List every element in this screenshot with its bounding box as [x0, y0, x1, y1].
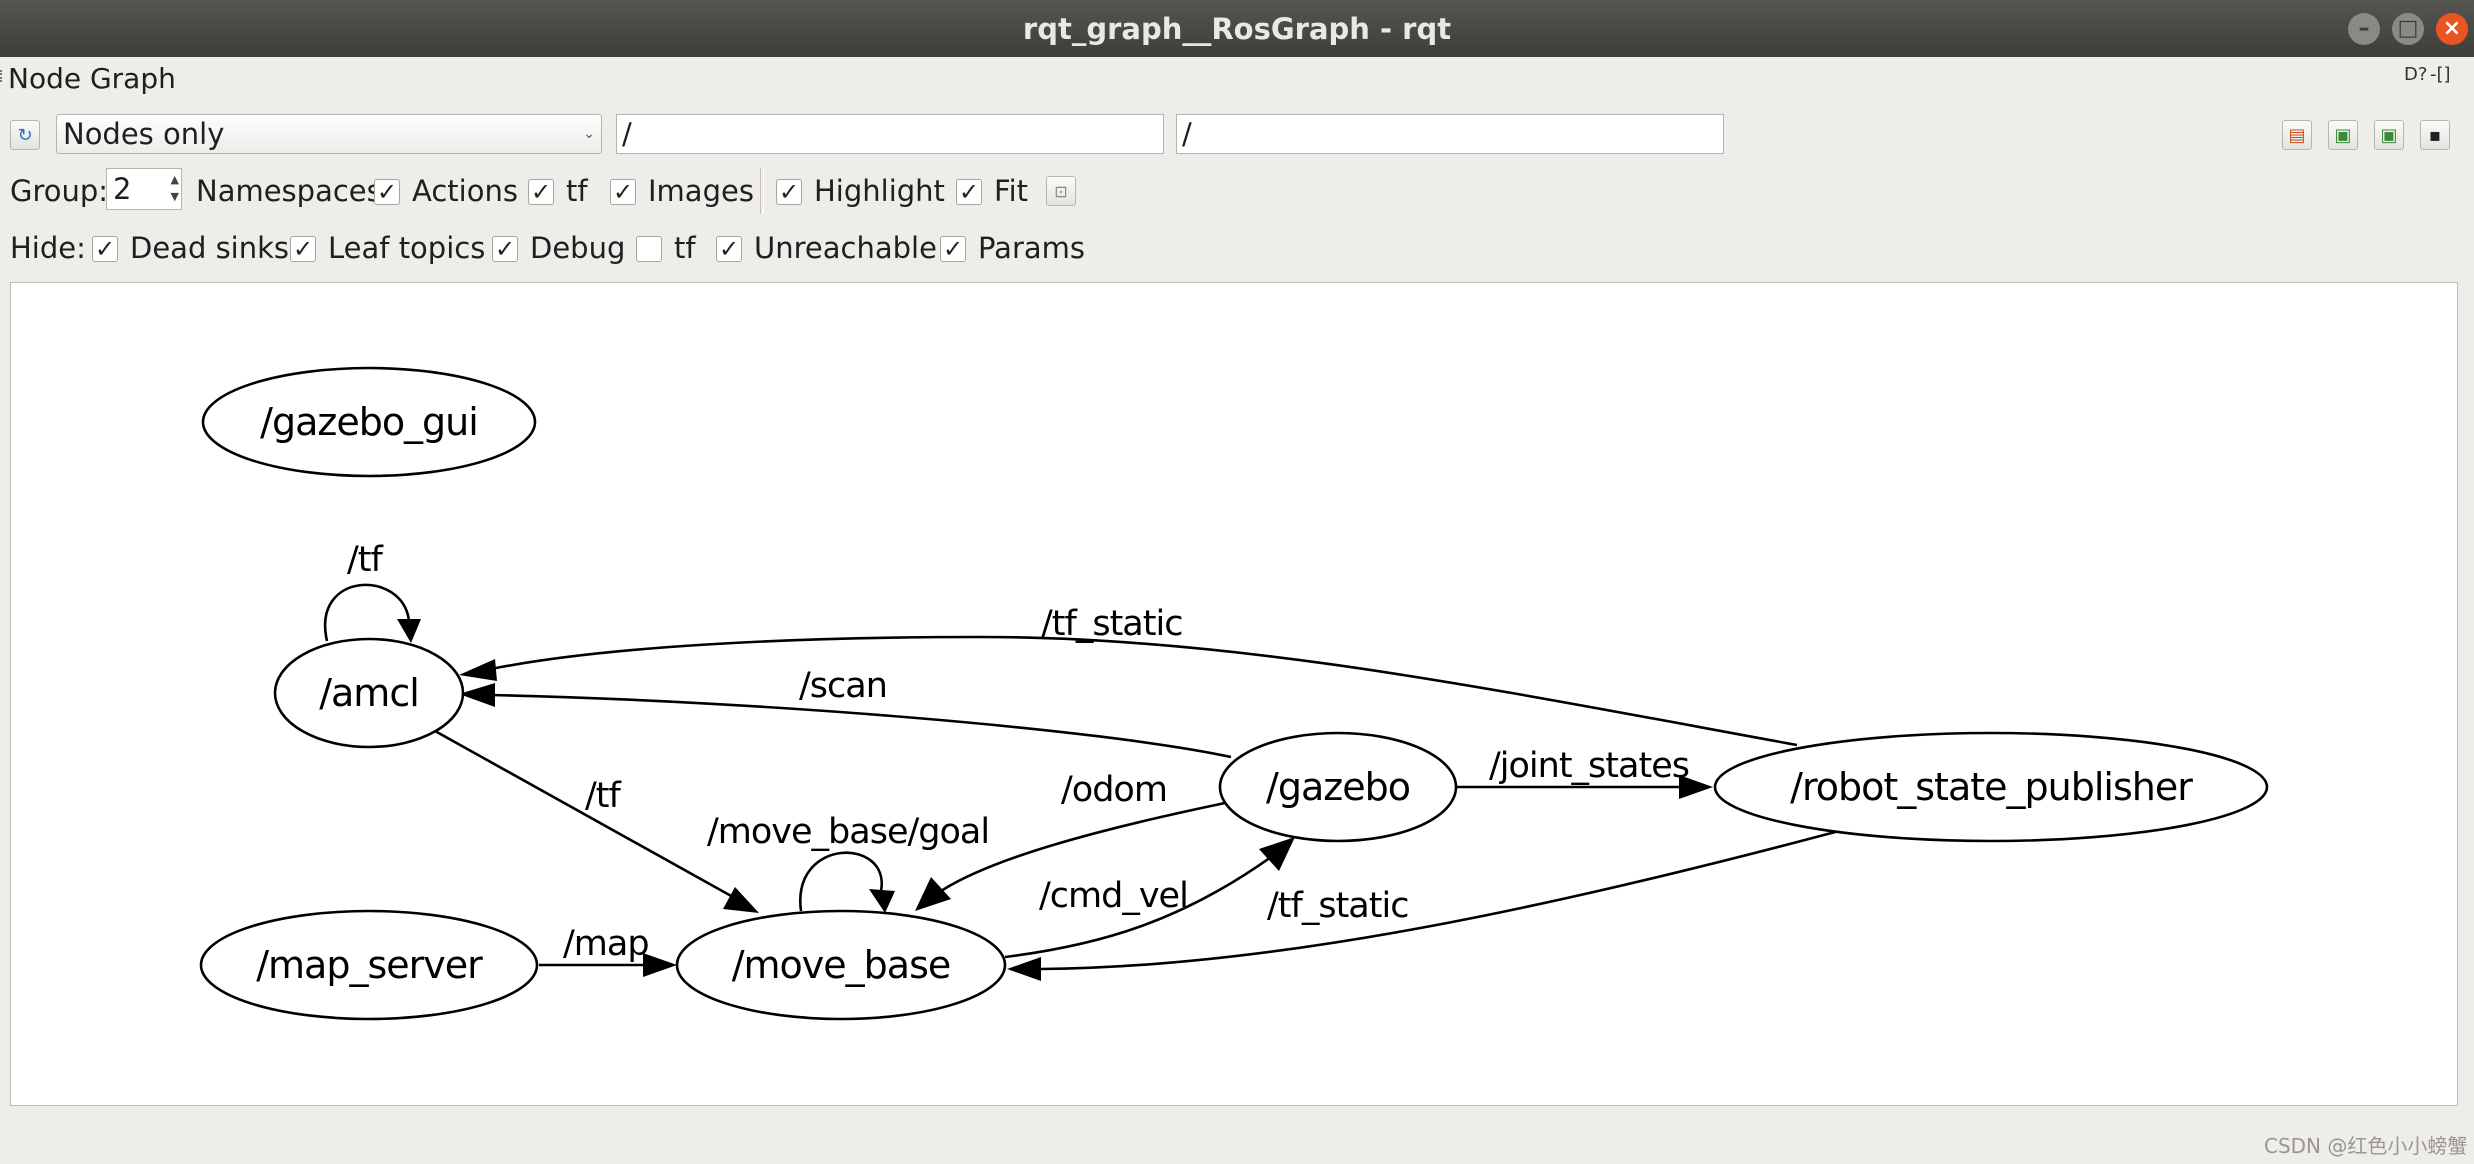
- edge-label-odom: /odom: [1061, 770, 1167, 810]
- float-icon[interactable]: -[]: [2430, 64, 2451, 85]
- images-label: Images: [648, 174, 754, 208]
- highlight-checkbox[interactable]: ✓: [776, 179, 802, 205]
- edge-amcl-to-move-base: [434, 729, 734, 899]
- edge-label-cmd-vel: /cmd_vel: [1039, 876, 1188, 916]
- spin-arrows-icon[interactable]: ▲ ▼: [171, 171, 179, 205]
- edge-arrowhead: [1259, 837, 1295, 871]
- params-label: Params: [978, 231, 1086, 265]
- edge-label-amcl-tf: /tf: [347, 540, 384, 580]
- save-svg-icon[interactable]: ▣: [2374, 120, 2404, 150]
- highlight-label: Highlight: [814, 174, 945, 208]
- group-value: 2: [113, 172, 132, 206]
- namespace-filter-input[interactable]: /: [616, 114, 1164, 154]
- maximize-icon[interactable]: □: [2392, 13, 2424, 45]
- hide-label: Hide:: [10, 231, 86, 265]
- edge-rsp-to-amcl: [490, 635, 1798, 747]
- tf-checkbox[interactable]: ✓: [528, 179, 554, 205]
- dock-title: Node Graph: [8, 62, 176, 95]
- debug-label: Debug: [530, 231, 626, 265]
- actions-label: Actions: [412, 174, 518, 208]
- images-checkbox[interactable]: ✓: [610, 179, 636, 205]
- edge-amcl-self-tf: [323, 583, 411, 642]
- save-image-icon[interactable]: ▪: [2420, 120, 2450, 150]
- leaf-topics-label: Leaf topics: [328, 231, 486, 265]
- edge-label-scan: /scan: [799, 666, 887, 706]
- node-amcl[interactable]: /amcl: [273, 637, 465, 749]
- edge-move-base-self: [799, 851, 883, 912]
- unreachable-label: Unreachable: [754, 231, 937, 265]
- actions-checkbox[interactable]: ✓: [374, 179, 400, 205]
- graph-mode-value: Nodes only: [63, 117, 225, 151]
- edge-label-joint-states: /joint_states: [1489, 746, 1689, 786]
- edge-arrowhead: [459, 683, 495, 707]
- edge-arrowhead: [869, 889, 895, 913]
- node-robot-state-publisher[interactable]: /robot_state_publisher: [1713, 731, 2269, 843]
- node-label-map-server: /map_server: [256, 943, 483, 987]
- edge-label-tf-static-1: /tf_static: [1041, 604, 1182, 644]
- chevron-down-icon: ⌄: [583, 126, 595, 142]
- dead-sinks-checkbox[interactable]: ✓: [92, 236, 118, 262]
- edge-arrowhead: [723, 887, 759, 913]
- topic-filter-input[interactable]: /: [1176, 114, 1724, 154]
- edge-arrowhead: [397, 619, 421, 643]
- edge-label-tf-static-2: /tf_static: [1267, 886, 1408, 926]
- debug-checkbox[interactable]: ✓: [492, 236, 518, 262]
- edge-label-map: /map: [563, 924, 649, 964]
- help-icon[interactable]: D?: [2404, 64, 2427, 85]
- node-move-base[interactable]: /move_base: [675, 909, 1007, 1021]
- params-checkbox[interactable]: ✓: [940, 236, 966, 262]
- edge-label-move-base-goal: /move_base/goal: [707, 812, 989, 852]
- namespaces-label: Namespaces: [196, 174, 382, 208]
- node-label-move-base: /move_base: [732, 943, 951, 987]
- graph-mode-select[interactable]: Nodes only ⌄: [56, 114, 602, 154]
- edge-arrowhead: [459, 659, 497, 681]
- unreachable-checkbox[interactable]: ✓: [716, 236, 742, 262]
- node-gazebo[interactable]: /gazebo: [1218, 731, 1458, 843]
- edge-label-tf: /tf: [585, 776, 622, 816]
- node-label-gazebo-gui: /gazebo_gui: [260, 400, 478, 444]
- ros-graph: /tf /tf_static /scan /tf /odom /move_bas…: [199, 366, 2269, 1021]
- node-map-server[interactable]: /map_server: [199, 909, 539, 1021]
- toolbar-separator: [760, 168, 764, 214]
- node-label-amcl: /amcl: [319, 671, 419, 715]
- fit-label: Fit: [994, 174, 1028, 208]
- edge-arrowhead: [1007, 957, 1041, 981]
- dead-sinks-label: Dead sinks: [130, 231, 290, 265]
- minimize-icon[interactable]: –: [2348, 13, 2380, 45]
- dock-grip-handle[interactable]: [0, 70, 7, 82]
- fit-checkbox[interactable]: ✓: [956, 179, 982, 205]
- fit-view-icon[interactable]: ⊡: [1046, 176, 1076, 206]
- edge-arrowhead: [915, 877, 951, 911]
- graph-canvas[interactable]: /tf /tf_static /scan /tf /odom /move_bas…: [10, 282, 2458, 1106]
- refresh-icon[interactable]: ↻: [10, 120, 40, 150]
- close-icon[interactable]: ×: [2436, 13, 2468, 45]
- leaf-topics-checkbox[interactable]: ✓: [290, 236, 316, 262]
- window-title: rqt_graph__RosGraph - rqt: [1022, 11, 1452, 46]
- watermark: CSDN @红色小小螃蟹: [2264, 1134, 2468, 1158]
- tf-label: tf: [566, 174, 588, 208]
- group-spinbox[interactable]: 2 ▲ ▼: [106, 168, 182, 210]
- node-label-gazebo: /gazebo: [1266, 765, 1410, 809]
- hide-tf-checkbox[interactable]: [636, 236, 662, 262]
- load-dot-icon[interactable]: ▤: [2282, 120, 2312, 150]
- save-dot-icon[interactable]: ▣: [2328, 120, 2358, 150]
- hide-tf-label: tf: [674, 231, 696, 265]
- node-gazebo-gui[interactable]: /gazebo_gui: [201, 366, 537, 478]
- group-label: Group:: [10, 174, 109, 208]
- node-label-robot-state-publisher: /robot_state_publisher: [1790, 765, 2193, 809]
- window-titlebar: rqt_graph__RosGraph - rqt: [0, 0, 2474, 57]
